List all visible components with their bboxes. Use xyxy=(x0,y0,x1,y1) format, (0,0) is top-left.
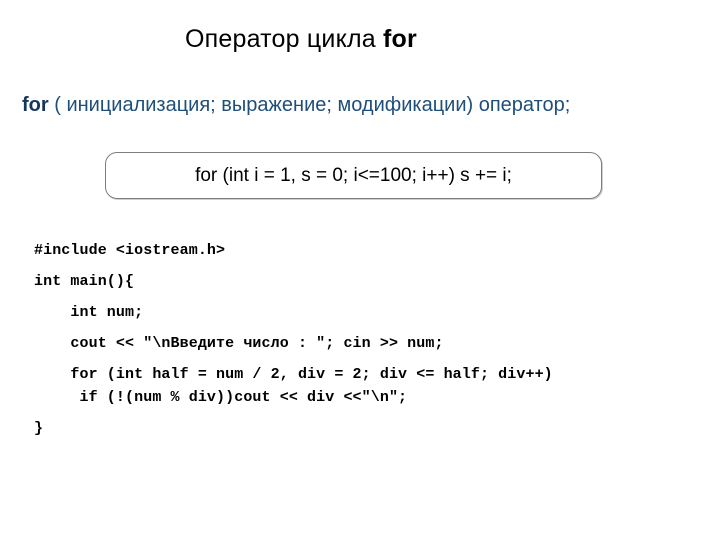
code-line: int num; xyxy=(34,304,144,321)
example-code-text: for (int i = 1, s = 0; i<=100; i++) s +=… xyxy=(195,164,512,186)
slide-canvas: Оператор цикла for for ( инициализация; … xyxy=(0,0,720,540)
code-line: for (int half = num / 2, div = 2; div <=… xyxy=(34,366,553,383)
page-title-prefix: Оператор цикла xyxy=(185,25,384,53)
for-syntax-line: for ( инициализация; выражение; модифика… xyxy=(22,92,712,118)
syntax-keyword-for: for xyxy=(22,94,49,116)
code-line: #include <iostream.h> xyxy=(34,242,226,259)
page-title-keyword: for xyxy=(383,25,417,53)
cpp-code-block: #include <iostream.h> int main(){ int nu… xyxy=(34,243,720,436)
code-line: } xyxy=(34,420,44,437)
syntax-line-rest: ( инициализация; выражение; модификации)… xyxy=(48,94,571,116)
code-line: cout << "\nВведите число : "; cin >> num… xyxy=(34,335,444,352)
example-code-box: for (int i = 1, s = 0; i<=100; i++) s +=… xyxy=(105,152,602,199)
code-line: if (!(num % div))cout << div <<"\n"; xyxy=(34,389,408,406)
page-title: Оператор цикла for xyxy=(0,24,720,54)
code-line: int main(){ xyxy=(34,273,135,290)
